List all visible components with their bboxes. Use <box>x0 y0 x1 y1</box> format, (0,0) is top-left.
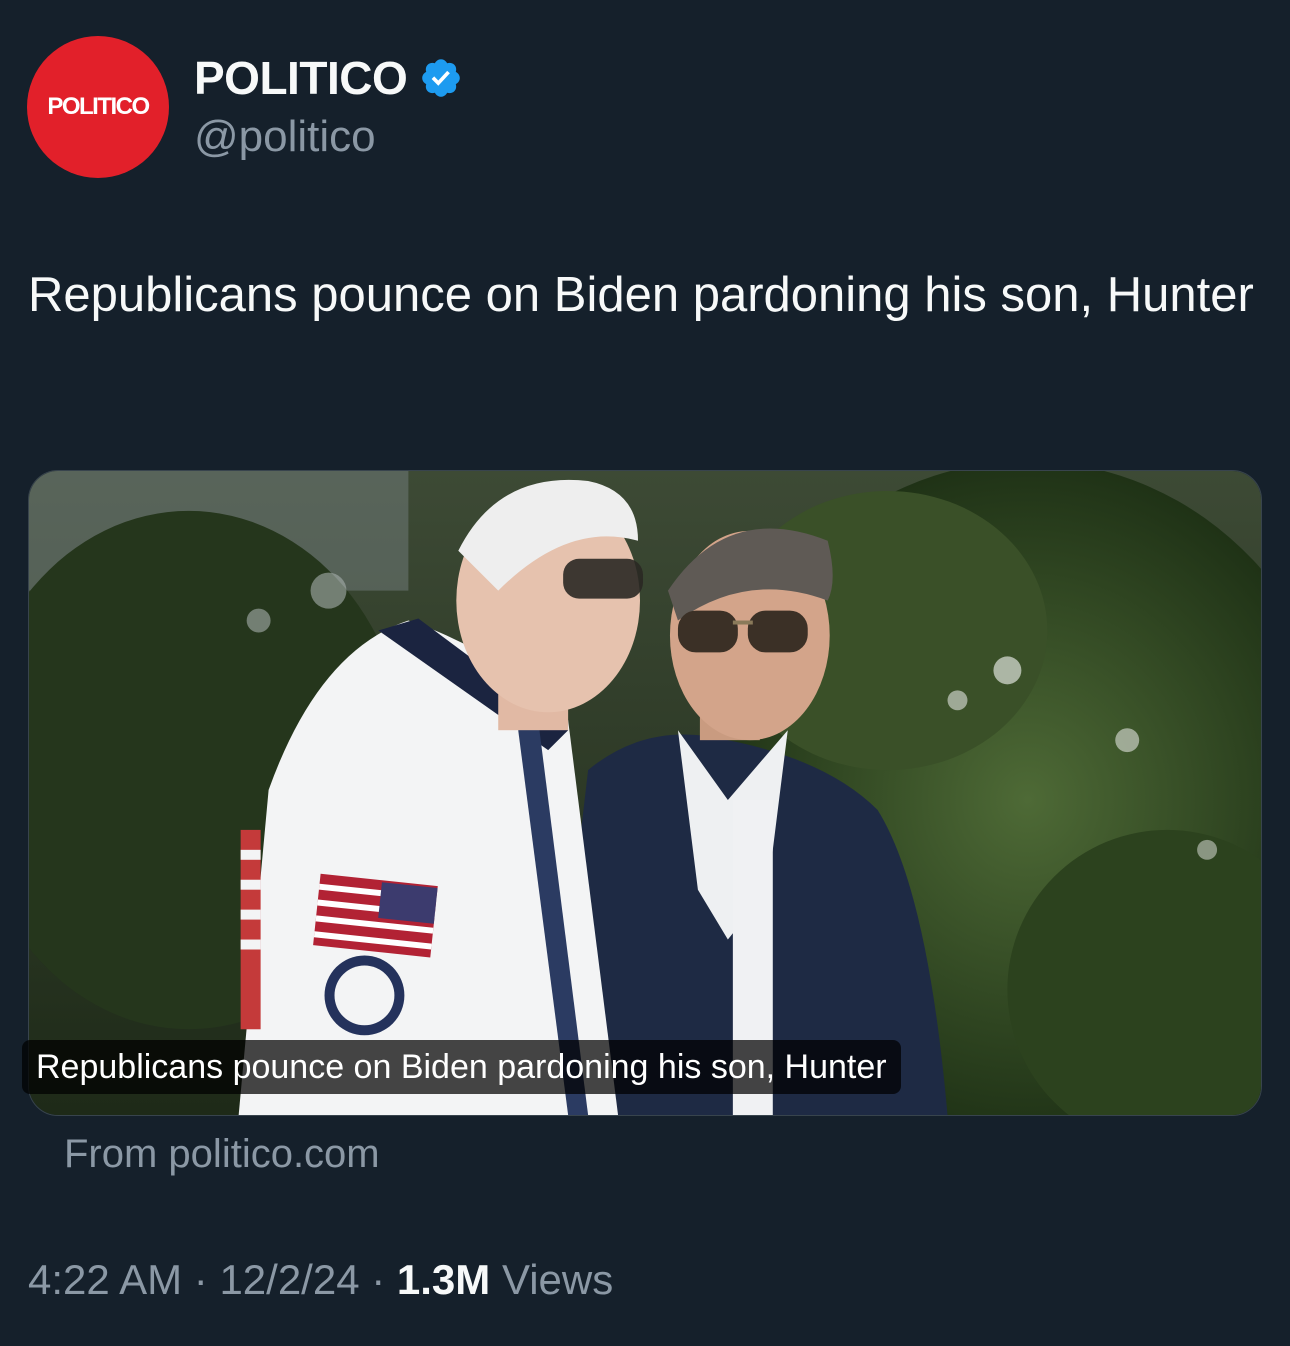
tweet-detail: POLITICO POLITICO @politico Republicans … <box>0 0 1290 1346</box>
tweet-text: Republicans pounce on Biden pardoning hi… <box>28 268 1254 322</box>
meta-separator: · <box>359 1256 397 1303</box>
tweet-date[interactable]: 12/2/24 <box>219 1256 359 1303</box>
card-caption: Republicans pounce on Biden pardoning hi… <box>22 1040 901 1094</box>
author-handle[interactable]: @politico <box>194 112 376 162</box>
card-source-link[interactable]: From politico.com <box>64 1132 380 1177</box>
meta-separator: · <box>182 1256 220 1303</box>
link-card[interactable] <box>28 470 1262 1116</box>
avatar-logo-text: POLITICO <box>47 93 150 120</box>
tweet-time[interactable]: 4:22 AM <box>28 1256 182 1303</box>
views-count[interactable]: 1.3M <box>397 1256 490 1303</box>
tweet-metadata: 4:22 AM · 12/2/24 · 1.3M Views <box>28 1256 613 1304</box>
avatar[interactable]: POLITICO <box>27 36 169 178</box>
card-photo <box>29 471 1261 1115</box>
author-name-row: POLITICO <box>194 50 463 106</box>
views-label[interactable]: Views <box>490 1256 613 1303</box>
verified-badge-icon[interactable] <box>419 56 463 100</box>
display-name[interactable]: POLITICO <box>194 51 408 105</box>
